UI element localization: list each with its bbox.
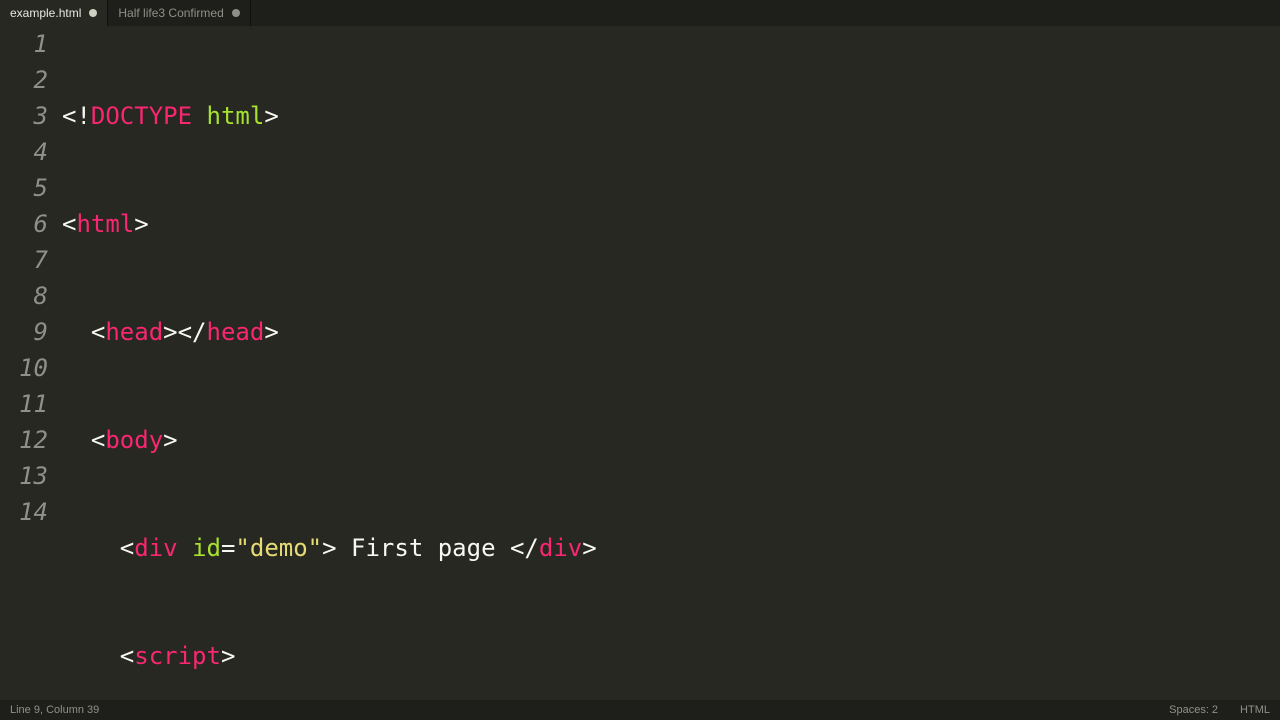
line-number-gutter: 1 2 3 4 5 6 7 8 9 10 11 12 13 14	[0, 26, 62, 700]
code-line: <body>	[62, 422, 1280, 458]
code-line: <div id="demo"> First page </div>	[62, 530, 1280, 566]
tab-half-life3[interactable]: Half life3 Confirmed	[108, 0, 250, 26]
status-bar: Line 9, Column 39 Spaces: 2 HTML	[0, 700, 1280, 720]
line-number: 13	[0, 458, 48, 494]
tab-bar: example.html Half life3 Confirmed	[0, 0, 1280, 26]
line-number: 5	[0, 170, 48, 206]
line-number: 3	[0, 98, 48, 134]
line-number: 9	[0, 314, 48, 350]
status-cursor-position[interactable]: Line 9, Column 39	[10, 704, 99, 716]
tab-label: Half life3 Confirmed	[118, 6, 223, 20]
dirty-dot-icon	[232, 9, 240, 17]
code-line: <!DOCTYPE html>	[62, 98, 1280, 134]
code-line: <head></head>	[62, 314, 1280, 350]
tab-example-html[interactable]: example.html	[0, 0, 108, 26]
tab-label: example.html	[10, 6, 81, 20]
line-number: 14	[0, 494, 48, 530]
line-number: 11	[0, 386, 48, 422]
line-number: 6	[0, 206, 48, 242]
code-line: <script>	[62, 638, 1280, 674]
line-number: 8	[0, 278, 48, 314]
line-number: 12	[0, 422, 48, 458]
status-language[interactable]: HTML	[1240, 704, 1270, 716]
line-number: 1	[0, 26, 48, 62]
code-line: <html>	[62, 206, 1280, 242]
editor[interactable]: 1 2 3 4 5 6 7 8 9 10 11 12 13 14 <!DOCTY…	[0, 26, 1280, 700]
line-number: 4	[0, 134, 48, 170]
dirty-dot-icon	[89, 9, 97, 17]
status-indent[interactable]: Spaces: 2	[1169, 704, 1218, 716]
line-number: 10	[0, 350, 48, 386]
line-number: 2	[0, 62, 48, 98]
line-number: 7	[0, 242, 48, 278]
code-area[interactable]: <!DOCTYPE html> <html> <head></head> <bo…	[62, 26, 1280, 700]
